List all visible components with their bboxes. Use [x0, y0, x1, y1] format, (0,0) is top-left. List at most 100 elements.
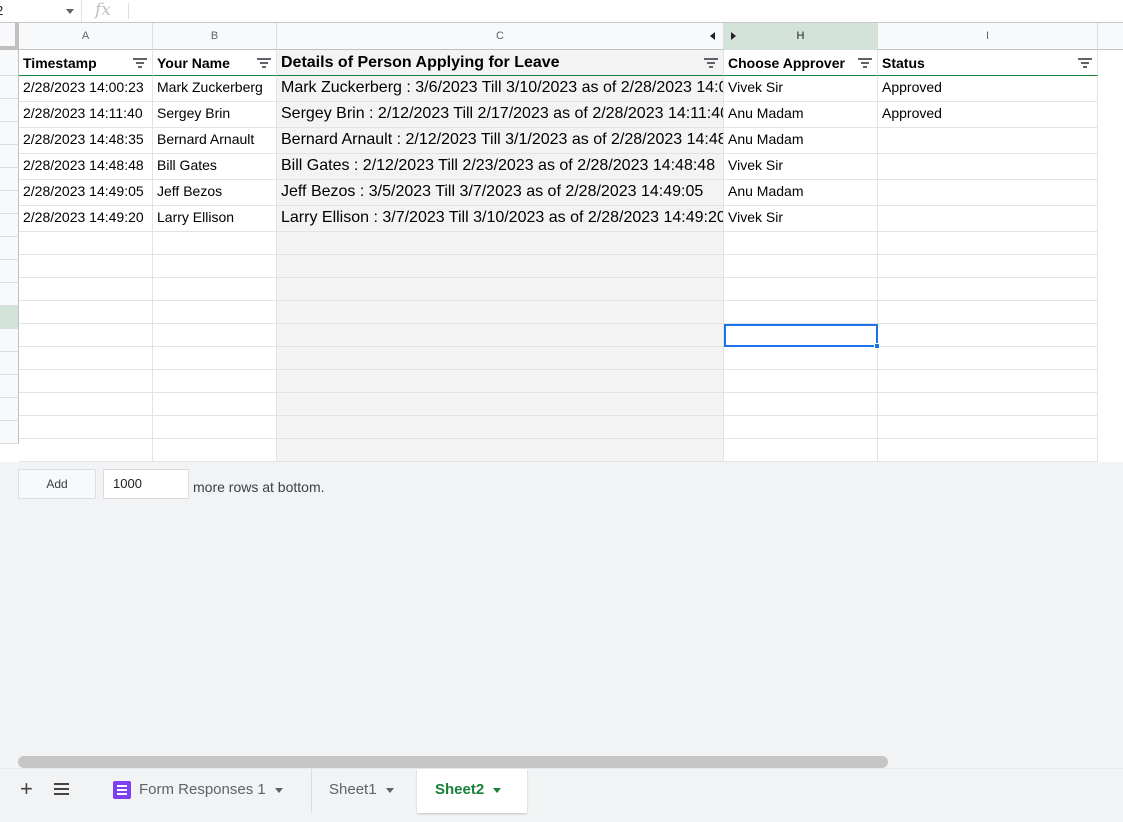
- empty-cell[interactable]: [277, 278, 724, 301]
- empty-cell[interactable]: [19, 232, 153, 255]
- column-header-h[interactable]: H: [724, 23, 878, 50]
- column-header-i[interactable]: I: [878, 23, 1098, 50]
- empty-cell[interactable]: [19, 416, 153, 439]
- column-header-a[interactable]: A: [19, 23, 153, 50]
- row-header[interactable]: [0, 283, 19, 306]
- empty-cell[interactable]: [277, 301, 724, 324]
- empty-cell[interactable]: [878, 232, 1098, 255]
- cell-status[interactable]: [878, 154, 1098, 180]
- empty-cell[interactable]: [878, 370, 1098, 393]
- cell-approver[interactable]: Anu Madam: [724, 180, 878, 206]
- row-header[interactable]: [0, 421, 19, 444]
- cell-details[interactable]: Mark Zuckerberg : 3/6/2023 Till 3/10/202…: [277, 76, 724, 102]
- empty-cell[interactable]: [153, 324, 277, 347]
- cell-timestamp[interactable]: 2/28/2023 14:48:35: [19, 128, 153, 154]
- row-header[interactable]: [0, 122, 19, 145]
- cell-status[interactable]: Approved: [878, 102, 1098, 128]
- empty-cell[interactable]: [153, 370, 277, 393]
- empty-cell[interactable]: [19, 324, 153, 347]
- row-header[interactable]: [0, 99, 19, 122]
- cell-details[interactable]: Jeff Bezos : 3/5/2023 Till 3/7/2023 as o…: [277, 180, 724, 206]
- row-header[interactable]: [0, 214, 19, 237]
- empty-cell[interactable]: [878, 347, 1098, 370]
- cell-approver[interactable]: Vivek Sir: [724, 206, 878, 232]
- row-header-selected[interactable]: [0, 306, 19, 329]
- cell-timestamp[interactable]: 2/28/2023 14:48:48: [19, 154, 153, 180]
- empty-cell[interactable]: [153, 416, 277, 439]
- select-all-corner[interactable]: [0, 23, 19, 50]
- empty-cell[interactable]: [878, 255, 1098, 278]
- cell-status[interactable]: [878, 128, 1098, 154]
- cell-timestamp[interactable]: 2/28/2023 14:11:40: [19, 102, 153, 128]
- empty-cell[interactable]: [277, 255, 724, 278]
- empty-cell[interactable]: [153, 232, 277, 255]
- empty-cell[interactable]: [878, 416, 1098, 439]
- hidden-columns-left-arrow-icon[interactable]: [710, 32, 715, 40]
- empty-cell[interactable]: [724, 278, 878, 301]
- empty-cell[interactable]: [19, 370, 153, 393]
- tab-form-responses-1[interactable]: Form Responses 1: [95, 769, 311, 813]
- empty-cell[interactable]: [878, 301, 1098, 324]
- active-cell-selection[interactable]: [724, 324, 880, 349]
- header-cell-details[interactable]: Details of Person Applying for Leave: [277, 50, 724, 76]
- column-header-b[interactable]: B: [153, 23, 277, 50]
- add-rows-button[interactable]: Add: [18, 469, 96, 499]
- empty-cell[interactable]: [878, 393, 1098, 416]
- filter-icon[interactable]: [1078, 58, 1092, 68]
- empty-cell[interactable]: [724, 393, 878, 416]
- empty-cell[interactable]: [724, 416, 878, 439]
- hidden-columns-right-arrow-icon[interactable]: [731, 32, 736, 40]
- empty-cell[interactable]: [19, 301, 153, 324]
- cell-name[interactable]: Sergey Brin: [153, 102, 277, 128]
- empty-cell[interactable]: [724, 301, 878, 324]
- cell-approver[interactable]: Anu Madam: [724, 128, 878, 154]
- empty-cell[interactable]: [19, 393, 153, 416]
- row-header[interactable]: [0, 191, 19, 214]
- filter-icon[interactable]: [257, 58, 271, 68]
- header-cell-your-name[interactable]: Your Name: [153, 50, 277, 76]
- header-cell-choose-approver[interactable]: Choose Approver: [724, 50, 878, 76]
- empty-cell[interactable]: [878, 439, 1098, 462]
- empty-cell[interactable]: [277, 347, 724, 370]
- filter-icon[interactable]: [133, 58, 147, 68]
- row-header[interactable]: [0, 398, 19, 421]
- empty-cell[interactable]: [19, 347, 153, 370]
- cell-timestamp[interactable]: 2/28/2023 14:00:23: [19, 76, 153, 102]
- column-header-c[interactable]: C: [277, 23, 724, 50]
- empty-cell[interactable]: [153, 278, 277, 301]
- tab-sheet1[interactable]: Sheet1: [311, 769, 417, 813]
- empty-cell[interactable]: [153, 393, 277, 416]
- cell-details[interactable]: Larry Ellison : 3/7/2023 Till 3/10/2023 …: [277, 206, 724, 232]
- empty-cell[interactable]: [277, 324, 724, 347]
- spreadsheet-grid[interactable]: A B C H I Timestamp Your Name Details of…: [0, 23, 1123, 462]
- row-header[interactable]: [0, 352, 19, 375]
- empty-cell[interactable]: [19, 255, 153, 278]
- cell-approver[interactable]: Anu Madam: [724, 102, 878, 128]
- empty-cell[interactable]: [277, 370, 724, 393]
- empty-cell[interactable]: [153, 301, 277, 324]
- empty-cell[interactable]: [724, 232, 878, 255]
- empty-cell[interactable]: [724, 439, 878, 462]
- cell-name[interactable]: Bill Gates: [153, 154, 277, 180]
- add-sheet-icon[interactable]: +: [20, 778, 33, 800]
- row-header[interactable]: [0, 375, 19, 398]
- cell-details[interactable]: Bill Gates : 2/12/2023 Till 2/23/2023 as…: [277, 154, 724, 180]
- tab-sheet2[interactable]: Sheet2: [417, 769, 527, 813]
- row-header[interactable]: [0, 76, 19, 99]
- add-rows-count-input[interactable]: 1000: [103, 469, 189, 499]
- cell-details[interactable]: Sergey Brin : 2/12/2023 Till 2/17/2023 a…: [277, 102, 724, 128]
- fill-handle[interactable]: [874, 343, 880, 349]
- cell-name[interactable]: Jeff Bezos: [153, 180, 277, 206]
- name-box-dropdown-icon[interactable]: [66, 9, 74, 14]
- cell-status[interactable]: [878, 206, 1098, 232]
- all-sheets-menu-icon[interactable]: [54, 783, 69, 795]
- empty-cell[interactable]: [878, 278, 1098, 301]
- empty-cell[interactable]: [19, 278, 153, 301]
- empty-cell[interactable]: [277, 232, 724, 255]
- empty-cell[interactable]: [878, 324, 1098, 347]
- chevron-down-icon[interactable]: [385, 787, 394, 793]
- header-cell-timestamp[interactable]: Timestamp: [19, 50, 153, 76]
- cell-status[interactable]: [878, 180, 1098, 206]
- row-header[interactable]: [0, 145, 19, 168]
- row-header[interactable]: [0, 260, 19, 283]
